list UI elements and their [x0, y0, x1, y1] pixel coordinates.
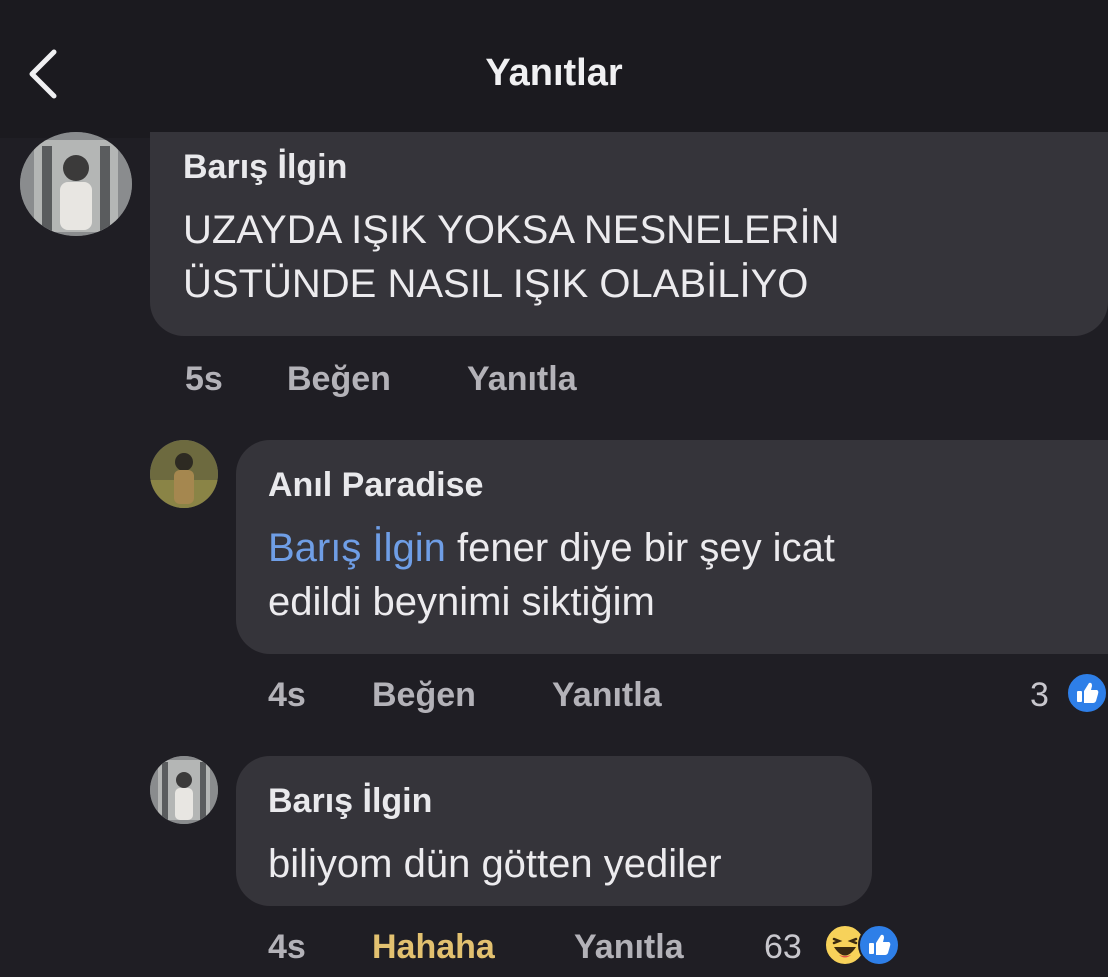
reaction-count: 3: [1030, 676, 1049, 714]
comment-text-line: ÜSTÜNDE NASIL IŞIK OLABİLİYO: [183, 262, 809, 306]
comment-text-line: UZAYDA IŞIK YOKSA NESNELERİN: [183, 208, 840, 252]
like-button[interactable]: Beğen: [287, 360, 391, 399]
comment-text: biliyom dün götten yediler: [268, 842, 722, 886]
like-icon: [858, 924, 900, 966]
reaction-summary[interactable]: 63: [762, 924, 922, 970]
page-title: Yanıtlar: [485, 52, 623, 94]
avatar[interactable]: [20, 132, 132, 236]
comment-time: 4s: [268, 676, 306, 714]
header-bar: Yanıtlar: [0, 0, 1108, 138]
comment-author[interactable]: Barış İlgin: [183, 148, 347, 187]
reaction-count: 63: [764, 928, 802, 966]
like-button[interactable]: Beğen: [372, 676, 476, 715]
comment-text-line: Barış İlgin fener diye bir şey icat: [268, 524, 835, 572]
like-icon: [1066, 672, 1108, 714]
comment-text-line: edildi beynimi siktiğim: [268, 580, 655, 624]
comment-time: 5s: [185, 360, 223, 398]
reply-button[interactable]: Yanıtla: [552, 676, 662, 715]
comment-text-segment: fener diye bir şey icat: [445, 526, 835, 570]
avatar[interactable]: [150, 440, 218, 508]
reaction-summary[interactable]: 3: [1028, 672, 1108, 718]
reply-button[interactable]: Yanıtla: [467, 360, 577, 399]
mention-link[interactable]: Barış İlgin: [268, 526, 446, 570]
reaction-button[interactable]: Hahaha: [372, 928, 495, 967]
comment-time: 4s: [268, 928, 306, 966]
comment-author[interactable]: Barış İlgin: [268, 782, 432, 821]
comment-text: UZAYDA IŞIK YOKSA NESNELERİN ÜSTÜNDE NAS…: [183, 206, 840, 308]
reply-button[interactable]: Yanıtla: [574, 928, 684, 967]
avatar[interactable]: [150, 756, 218, 824]
comment-author[interactable]: Anıl Paradise: [268, 466, 483, 505]
comment-text: Barış İlgin fener diye bir şey icat edil…: [268, 524, 835, 626]
